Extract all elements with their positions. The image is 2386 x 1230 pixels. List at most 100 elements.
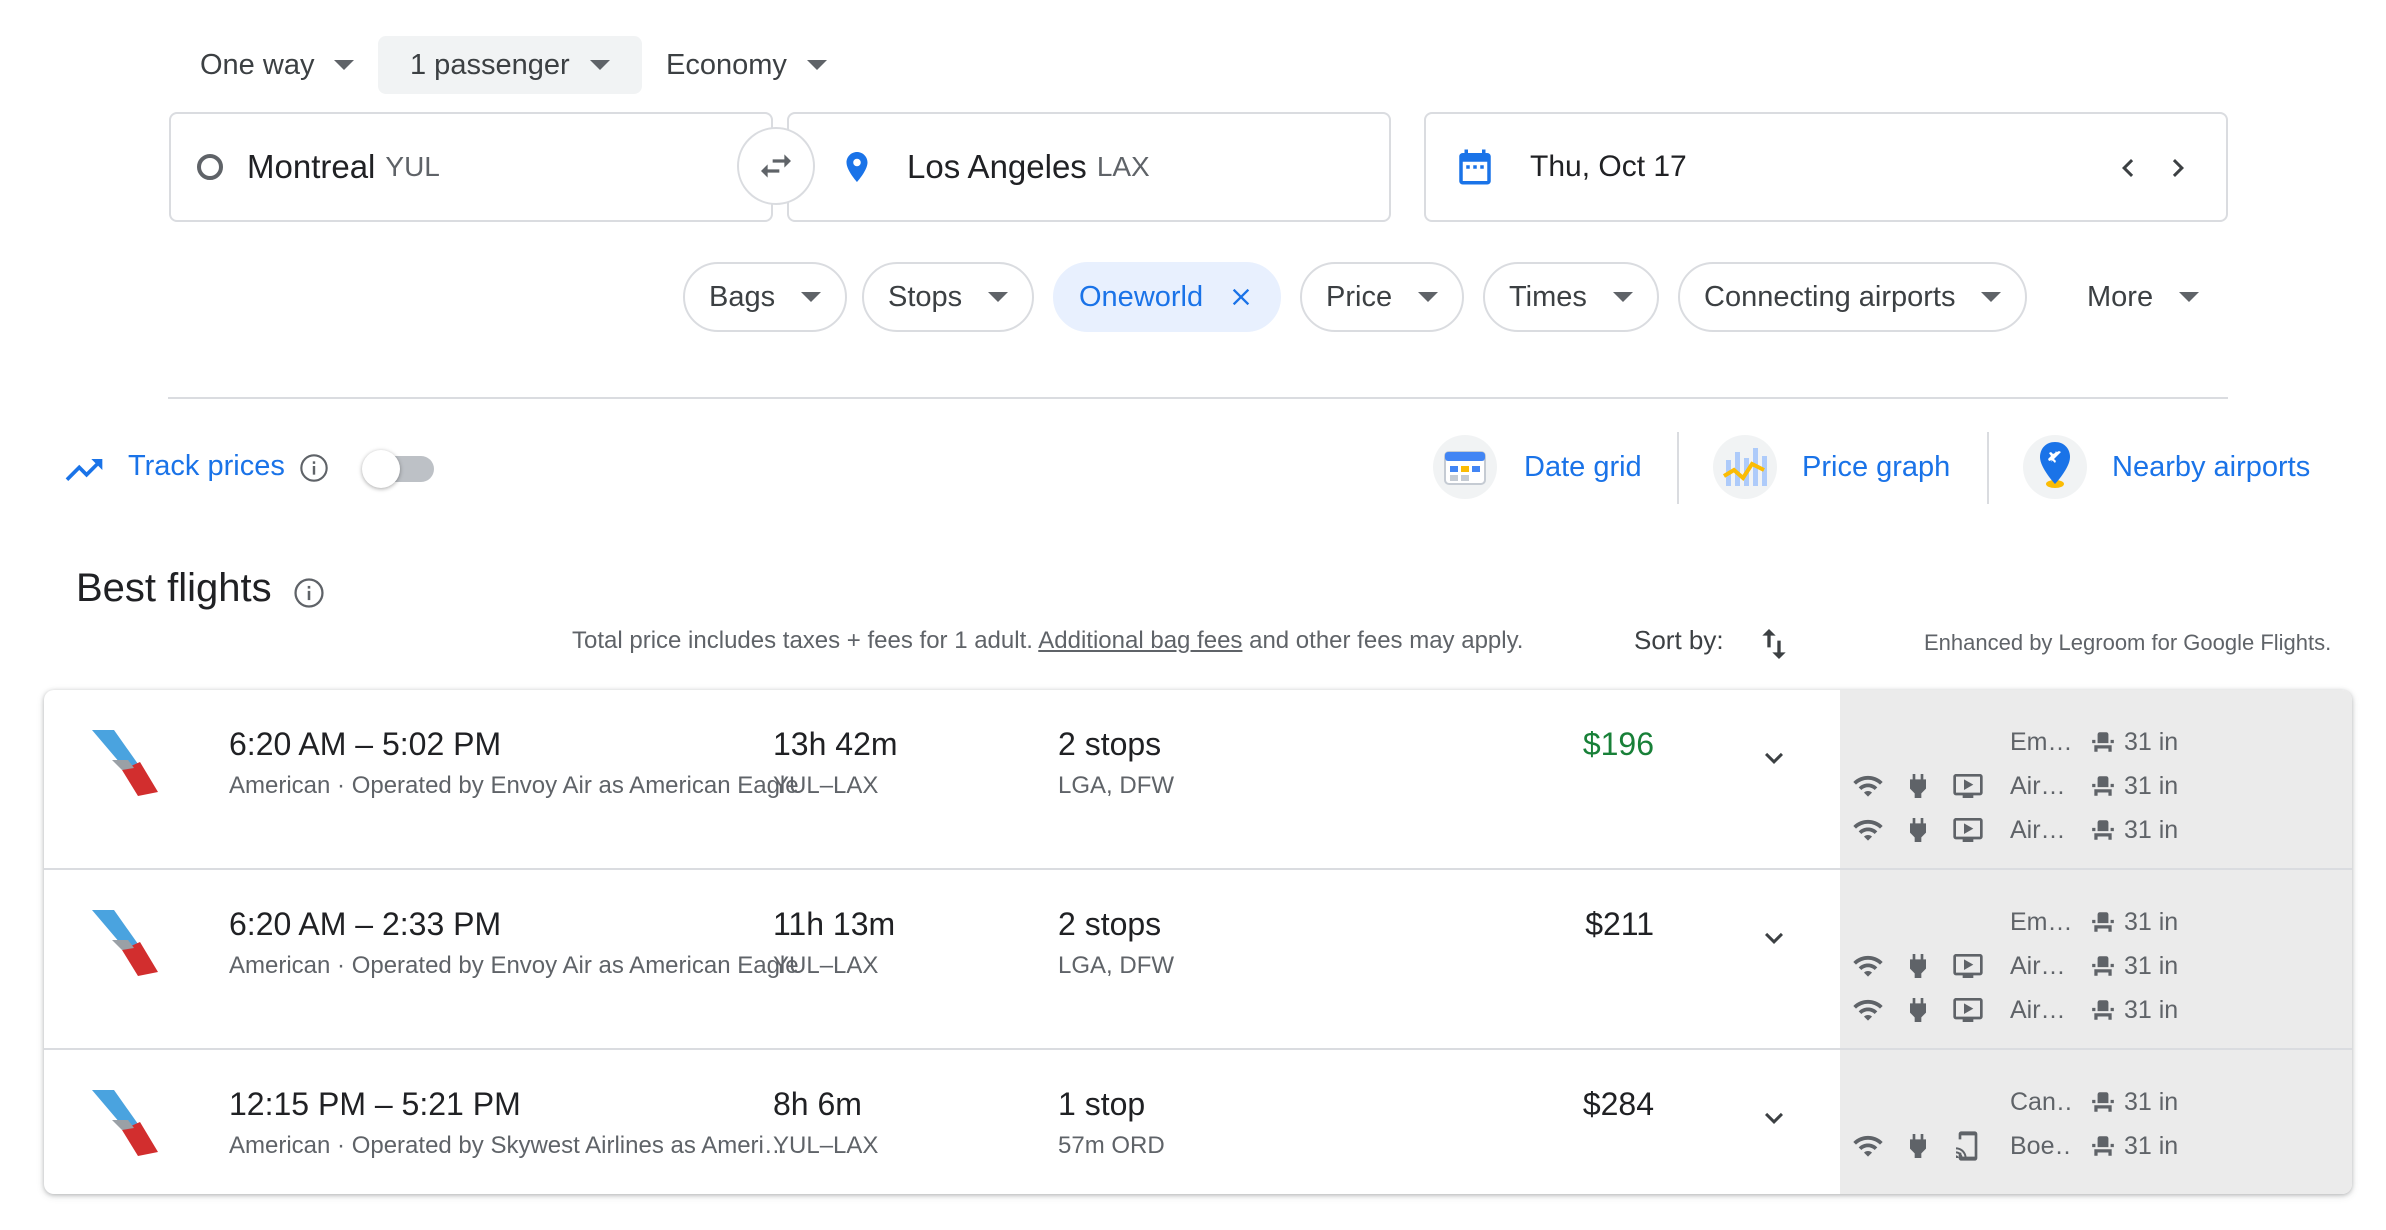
flight-duration: 11h 13m xyxy=(773,906,896,942)
filter-alliance[interactable]: Oneworld xyxy=(1053,262,1282,332)
filter-bags[interactable]: Bags xyxy=(683,262,848,332)
video-icon xyxy=(1953,954,1983,978)
filter-label: Stops xyxy=(888,280,963,313)
legroom-line: Air… 31 in xyxy=(1840,992,2352,1028)
price-info-suffix: and other fees may apply. xyxy=(1249,627,1524,654)
origin-circle-icon xyxy=(197,154,223,180)
calendar-icon xyxy=(1459,149,1491,185)
amenity-icons xyxy=(1852,770,1984,802)
legroom-line: Can… 31 in xyxy=(1840,1084,2352,1120)
chevron-down-icon[interactable] xyxy=(1756,1100,1792,1136)
filter-label: Oneworld xyxy=(1079,280,1204,313)
flight-times: 6:20 AM – 5:02 PM xyxy=(229,726,502,762)
american-airlines-logo xyxy=(92,1090,158,1156)
chevron-down-icon xyxy=(589,60,610,70)
legroom-line: Em… 31 in xyxy=(1840,724,2352,760)
airline-info: American · Operated by Envoy Air as Amer… xyxy=(229,772,799,799)
trip-type-select[interactable]: One way xyxy=(200,36,355,94)
filter-label: Connecting airports xyxy=(1704,280,1956,313)
date-grid-icon xyxy=(1433,435,1497,499)
results-list: 6:20 AM – 5:02 PM American · Operated by… xyxy=(44,690,2352,1194)
legroom-panel: Em… 31 in Air… 31 in Air… 31 in xyxy=(1840,870,2352,1048)
sort-label: Sort by: xyxy=(1634,625,1724,655)
price-graph-button[interactable]: Price graph xyxy=(1712,434,1950,500)
american-airlines-logo xyxy=(92,910,158,976)
stream-icon xyxy=(1956,1131,1978,1161)
filter-label: Bags xyxy=(709,280,776,313)
chevron-down-icon xyxy=(334,60,355,70)
seat-icon xyxy=(2092,820,2114,840)
seat-pitch-value: 31 in xyxy=(2124,727,2179,756)
aircraft-name: Air… xyxy=(2010,771,2066,800)
seat-pitch-value: 31 in xyxy=(2124,951,2179,980)
filter-label: Price xyxy=(1326,280,1393,313)
flight-row[interactable]: 12:15 PM – 5:21 PM American · Operated b… xyxy=(44,1050,2352,1194)
location-pin-icon xyxy=(846,152,868,182)
stop-airports: LGA, DFW xyxy=(1058,772,1175,799)
wifi-icon xyxy=(1853,955,1883,977)
flight-stops: 2 stops xyxy=(1058,906,1162,942)
track-prices-label[interactable]: Track prices xyxy=(128,450,285,483)
sort-icon[interactable] xyxy=(1754,622,1794,666)
amenity-icons xyxy=(1852,994,1984,1026)
previous-date-icon[interactable] xyxy=(2110,148,2146,188)
power-icon xyxy=(1910,818,1926,842)
filter-stops[interactable]: Stops xyxy=(862,262,1035,332)
aircraft-name: Can… xyxy=(2010,1087,2072,1116)
chevron-down-icon xyxy=(806,60,827,70)
legroom-line: Em… 31 in xyxy=(1840,904,2352,940)
power-icon xyxy=(1910,1134,1926,1158)
aircraft-name: Boe… xyxy=(2010,1131,2072,1160)
destination-field[interactable]: Los Angeles LAX xyxy=(787,112,1391,222)
departure-date-field[interactable]: Thu, Oct 17 xyxy=(1424,112,2228,222)
section-title: Best flights xyxy=(76,566,272,610)
flight-times: 12:15 PM – 5:21 PM xyxy=(229,1086,521,1122)
flight-times: 6:20 AM – 2:33 PM xyxy=(229,906,502,942)
power-icon xyxy=(1910,774,1926,798)
next-date-icon[interactable] xyxy=(2160,148,2196,188)
seat-pitch: 31 in xyxy=(2090,816,2178,845)
info-icon[interactable] xyxy=(298,452,330,484)
video-icon xyxy=(1953,998,1983,1022)
seat-pitch: 31 in xyxy=(2090,908,2178,937)
nearby-airports-icon xyxy=(2023,435,2087,499)
flight-price: $196 xyxy=(1582,726,1654,762)
seat-pitch: 31 in xyxy=(2090,728,2178,757)
american-airlines-logo xyxy=(92,730,158,796)
track-prices-toggle[interactable] xyxy=(362,450,438,488)
aircraft-name: Air… xyxy=(2010,815,2066,844)
chevron-down-icon[interactable] xyxy=(1756,740,1792,776)
filter-times[interactable]: Times xyxy=(1483,262,1659,332)
price-info-prefix: Total price includes taxes + fees for 1 … xyxy=(572,627,1033,654)
flight-row[interactable]: 6:20 AM – 2:33 PM American · Operated by… xyxy=(44,870,2352,1050)
origin-field[interactable]: Montreal YUL xyxy=(169,112,773,222)
cabin-label: Economy xyxy=(666,48,787,81)
seat-pitch: 31 in xyxy=(2090,1088,2178,1117)
nearby-airports-button[interactable]: Nearby airports xyxy=(2022,434,2310,500)
bag-fees-link[interactable]: Additional bag fees xyxy=(1038,627,1242,654)
close-icon[interactable] xyxy=(1227,283,1255,311)
airline-info: American · Operated by Envoy Air as Amer… xyxy=(229,952,799,979)
chevron-down-icon[interactable] xyxy=(1756,920,1792,956)
legroom-line: Air… 31 in xyxy=(1840,812,2352,848)
flight-stops: 2 stops xyxy=(1058,726,1162,762)
seat-icon xyxy=(2092,1092,2114,1112)
filter-label: Times xyxy=(1509,280,1587,313)
video-icon xyxy=(1953,774,1983,798)
date-grid-button[interactable]: Date grid xyxy=(1432,434,1642,500)
legroom-panel: Can… 31 in Boe… 31 in xyxy=(1840,1050,2352,1194)
passengers-select[interactable]: 1 passenger xyxy=(378,36,642,94)
seat-icon xyxy=(2092,732,2114,752)
filter-more[interactable]: More xyxy=(2061,262,2225,332)
cabin-select[interactable]: Economy xyxy=(666,36,827,94)
flight-row[interactable]: 6:20 AM – 5:02 PM American · Operated by… xyxy=(44,690,2352,870)
origin-code: YUL xyxy=(385,151,440,182)
flight-route: YUL–LAX xyxy=(773,772,879,799)
swap-button[interactable] xyxy=(737,127,815,205)
filter-connecting-airports[interactable]: Connecting airports xyxy=(1678,262,2028,332)
seat-pitch: 31 in xyxy=(2090,952,2178,981)
filter-price[interactable]: Price xyxy=(1300,262,1465,332)
seat-pitch: 31 in xyxy=(2090,1132,2178,1161)
info-icon[interactable] xyxy=(292,576,326,610)
destination-code: LAX xyxy=(1096,151,1150,182)
